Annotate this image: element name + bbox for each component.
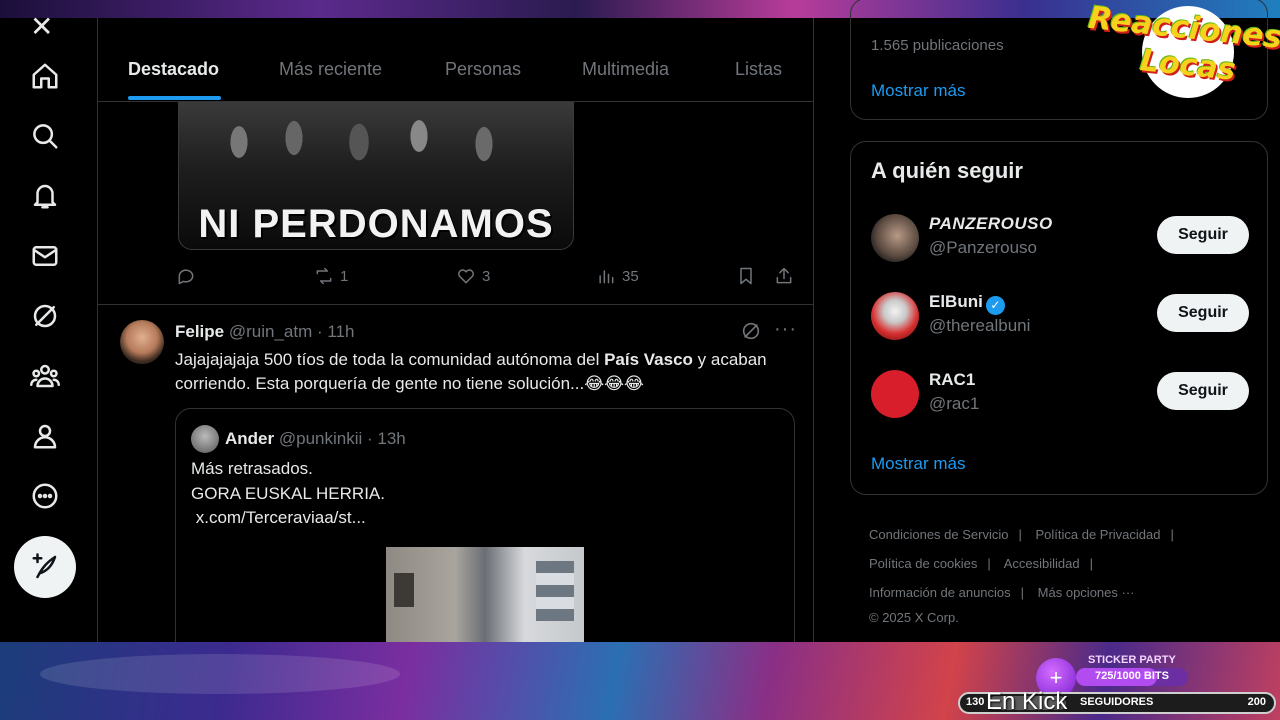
avatar[interactable] <box>120 320 164 364</box>
quoted-handle-time: @punkinkii · 13h <box>278 429 406 448</box>
active-tab-indicator <box>128 96 221 100</box>
photo-people <box>199 102 539 188</box>
follow-suggestion[interactable]: PANZEROUSO @Panzerouso Seguir <box>871 210 1251 266</box>
account-name[interactable]: ElBuni ✓ <box>929 292 1005 315</box>
views-count: 35 <box>622 267 639 285</box>
repost-icon <box>316 267 332 285</box>
followers-label: SEGUIDORES <box>1080 696 1154 708</box>
account-handle[interactable]: @Panzerouso <box>929 238 1037 258</box>
post-actions: 1 3 35 <box>176 266 796 290</box>
show-more-link[interactable]: Mostrar más <box>871 454 965 474</box>
left-navigation: ✕ <box>0 11 98 642</box>
grok-icon[interactable] <box>22 293 68 339</box>
account-handle[interactable]: @therealbuni <box>929 316 1030 336</box>
heart-icon <box>458 269 474 284</box>
repost-count: 1 <box>340 267 349 285</box>
follow-suggestion[interactable]: ElBuni ✓ @therealbuni Seguir <box>871 288 1251 344</box>
quoted-text: Más retrasados. GORA EUSKAL HERRIA. x.co… <box>191 459 385 527</box>
more-options-link[interactable]: Más opciones ··· <box>1038 585 1135 600</box>
tweet-felipe[interactable]: Felipe @ruin_atm · 11h ··· Jajajajajaja … <box>98 304 813 642</box>
account-name-text: ElBuni <box>929 292 983 311</box>
tab-mas-reciente[interactable]: Más reciente <box>279 59 382 80</box>
follow-suggestion[interactable]: RAC1 @rac1 Seguir <box>871 366 1251 422</box>
like-button[interactable]: 3 <box>456 266 490 286</box>
follow-button[interactable]: Seguir <box>1157 294 1249 332</box>
privacy-link[interactable]: Política de Privacidad <box>1035 527 1160 542</box>
share-button[interactable] <box>774 266 794 286</box>
x-logo-icon[interactable]: ✕ <box>30 10 53 43</box>
avatar <box>191 425 219 453</box>
author-name[interactable]: Felipe <box>175 322 224 341</box>
ads-info-link[interactable]: Información de anuncios <box>869 585 1011 600</box>
footer-links: Condiciones de Servicio | Política de Pri… <box>869 520 1269 629</box>
profile-icon[interactable] <box>22 413 68 459</box>
follow-button[interactable]: Seguir <box>1157 372 1249 410</box>
quoted-media-image[interactable] <box>386 547 584 642</box>
followers-goal: 200 <box>1247 696 1266 708</box>
search-icon[interactable] <box>22 113 68 159</box>
more-dots-icon[interactable]: ··· <box>774 318 797 341</box>
notifications-bell-icon[interactable] <box>22 173 68 219</box>
tweet-text-part-1: Jajajajajaja 500 tíos de toda la comunid… <box>175 350 605 369</box>
posts-count: 1.565 publicaciones <box>871 37 1004 54</box>
feather-plus-icon <box>32 553 57 579</box>
account-name[interactable]: PANZEROUSO <box>929 214 1053 234</box>
compose-post-button[interactable] <box>14 536 76 598</box>
copyright: © 2025 X Corp. <box>869 610 959 625</box>
tab-multimedia[interactable]: Multimedia <box>582 59 669 80</box>
show-more-link[interactable]: Mostrar más <box>871 81 965 101</box>
reply-icon <box>178 269 194 285</box>
home-icon[interactable] <box>22 53 68 99</box>
rac1-logo-avatar[interactable] <box>871 370 919 418</box>
account-name[interactable]: RAC1 <box>929 370 975 390</box>
who-to-follow-title: A quién seguir <box>871 158 1023 183</box>
terms-link[interactable]: Condiciones de Servicio <box>869 527 1008 542</box>
sticker-progress-text: 725/1000 BITS <box>1095 670 1169 682</box>
views-chart-icon <box>599 270 614 284</box>
grok-icon[interactable] <box>740 320 762 347</box>
verified-badge-icon: ✓ <box>985 296 1005 315</box>
follow-button[interactable]: Seguir <box>1157 216 1249 254</box>
accessibility-link[interactable]: Accesibilidad <box>1004 556 1080 571</box>
share-icon <box>776 267 792 284</box>
channel-logo: Reacciones Locas <box>1086 0 1280 100</box>
more-options-icon[interactable] <box>22 473 68 519</box>
search-tabs: Destacado Más reciente Personas Multimed… <box>98 18 813 102</box>
like-count: 3 <box>482 267 491 285</box>
post-media-image[interactable]: NI PERDONAMOS <box>178 102 574 250</box>
right-sidebar: 1.565 publicaciones Mostrar más A quién … <box>815 0 1280 642</box>
tab-personas[interactable]: Personas <box>445 59 521 80</box>
followers-current: 130 <box>966 696 985 708</box>
messages-mail-icon[interactable] <box>22 233 68 279</box>
bookmark-icon <box>740 267 752 285</box>
kick-stream-widget: + STICKER PARTY 725/1000 BITS 130 SEGUID… <box>958 654 1276 716</box>
tab-destacado[interactable]: Destacado <box>128 59 219 80</box>
tweet-text: Jajajajajaja 500 tíos de toda la comunid… <box>175 348 785 396</box>
media-caption: NI PERDONAMOS <box>198 202 554 246</box>
reply-button[interactable] <box>176 266 196 286</box>
quoted-author-name: Ander <box>225 429 275 448</box>
who-to-follow-card: A quién seguir PANZEROUSO @Panzerouso Se… <box>850 141 1268 495</box>
account-handle[interactable]: @rac1 <box>929 394 979 414</box>
bookmark-button[interactable] <box>736 266 756 286</box>
sticker-progress-bar: 725/1000 BITS <box>1076 668 1188 686</box>
avatar[interactable] <box>871 214 919 262</box>
tweet-header: Felipe @ruin_atm · 11h <box>175 322 354 342</box>
sticker-party-title: STICKER PARTY <box>1088 654 1176 666</box>
communities-icon[interactable] <box>22 353 68 399</box>
tweet-text-bold[interactable]: País Vasco <box>604 350 693 369</box>
quoted-header: Ander @punkinkii · 13h <box>225 429 406 449</box>
views-button[interactable]: 35 <box>596 266 639 286</box>
cookies-link[interactable]: Política de cookies <box>869 556 977 571</box>
author-handle-time[interactable]: @ruin_atm · 11h <box>229 322 355 341</box>
kick-text: En Kick <box>986 688 1068 715</box>
tab-listas[interactable]: Listas <box>735 59 782 80</box>
quoted-tweet[interactable]: Ander @punkinkii · 13h Más retrasados. G… <box>175 408 795 642</box>
repost-button[interactable]: 1 <box>314 266 348 286</box>
main-timeline: Destacado Más reciente Personas Multimed… <box>98 18 814 642</box>
avatar[interactable] <box>871 292 919 340</box>
